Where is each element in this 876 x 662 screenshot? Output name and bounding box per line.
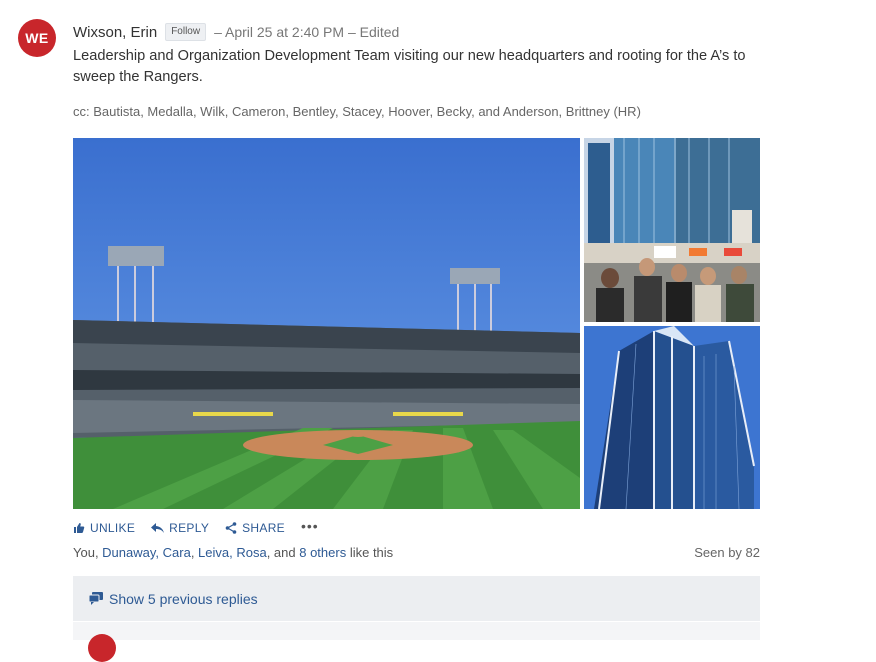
share-icon: [225, 522, 237, 534]
author-name[interactable]: Wixson, Erin: [73, 24, 157, 41]
post-timestamp[interactable]: – April 25 at 2:40 PM – Edited: [214, 24, 399, 40]
thumbs-up-icon: [74, 523, 85, 533]
liker-link-leiva[interactable]: Leiva, Rosa: [198, 545, 267, 560]
likes-sep1: ,: [190, 545, 199, 560]
unlike-label: UNLIKE: [90, 521, 136, 535]
author-avatar[interactable]: WE: [18, 19, 56, 57]
reply-avatar[interactable]: [88, 634, 116, 662]
reply-item: [73, 622, 760, 640]
liker-link-dunaway[interactable]: Dunaway, Cara: [102, 545, 191, 560]
post-message: Leadership and Organization Development …: [73, 48, 746, 85]
seen-count[interactable]: Seen by 82: [694, 545, 760, 560]
avatar-initials: WE: [25, 30, 49, 46]
post-cc: cc: Bautista, Medalla, Wilk, Cameron, Be…: [73, 104, 641, 119]
show-previous-replies-button[interactable]: Show 5 previous replies: [89, 591, 258, 607]
group-photo[interactable]: [584, 138, 760, 322]
follow-button[interactable]: Follow: [165, 23, 207, 41]
show-previous-replies-label: Show 5 previous replies: [109, 590, 258, 607]
share-button[interactable]: SHARE: [225, 521, 285, 535]
reply-button[interactable]: REPLY: [151, 521, 209, 535]
headquarters-tower-photo[interactable]: [584, 326, 760, 509]
reply-label: REPLY: [169, 521, 210, 535]
likes-suffix: like this: [346, 545, 394, 560]
likes-you: You,: [73, 545, 103, 560]
likes-sep2: , and: [266, 545, 300, 560]
likes-others-link[interactable]: 8 others: [299, 545, 346, 560]
stadium-photo[interactable]: [73, 138, 580, 509]
post-actions: UNLIKE REPLY SHARE •••: [73, 518, 319, 535]
comments-icon: [89, 592, 103, 605]
previous-replies-bar: Show 5 previous replies: [73, 576, 760, 621]
unlike-button[interactable]: UNLIKE: [73, 521, 135, 535]
post-header: Wixson, Erin Follow – April 25 at 2:40 P…: [73, 22, 399, 42]
more-options-button[interactable]: •••: [301, 518, 319, 534]
likes-summary: You, Dunaway, Cara, Leiva, Rosa, and 8 o…: [73, 545, 393, 560]
share-label: SHARE: [242, 521, 285, 535]
reply-arrow-icon: [151, 522, 165, 533]
